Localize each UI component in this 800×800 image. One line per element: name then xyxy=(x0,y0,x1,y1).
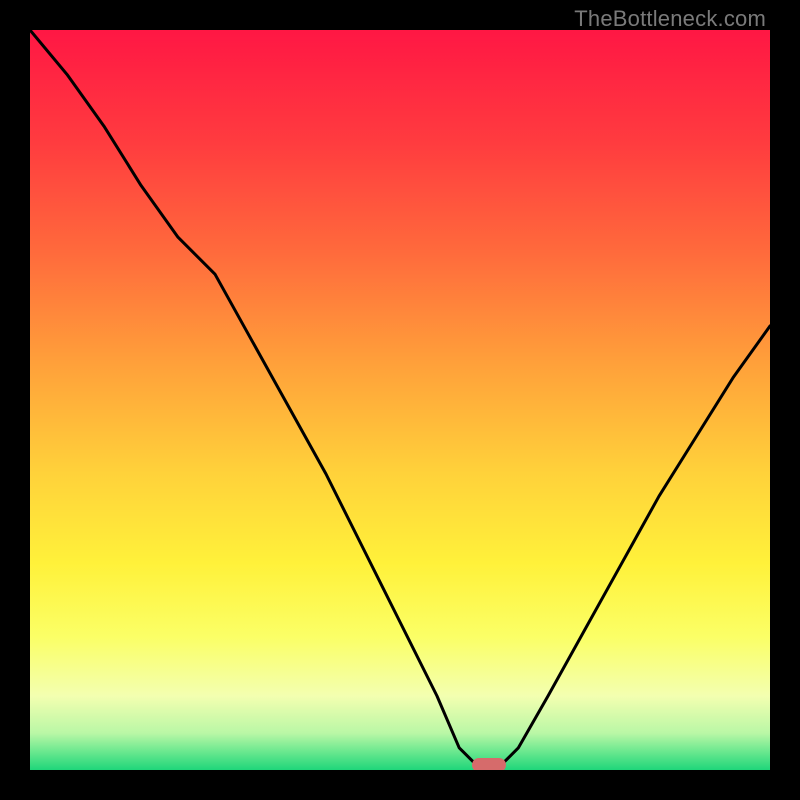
watermark-text: TheBottleneck.com xyxy=(574,6,766,32)
bottleneck-curve xyxy=(30,30,770,770)
plot-area xyxy=(30,30,770,770)
chart-frame: TheBottleneck.com xyxy=(0,0,800,800)
optimal-marker xyxy=(472,758,506,770)
